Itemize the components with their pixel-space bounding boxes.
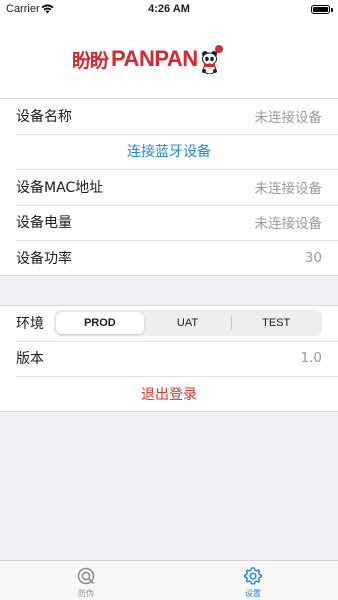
device-mac-label: 设备MAC地址: [16, 179, 104, 196]
version-label: 版本: [16, 351, 44, 368]
gear-icon: [244, 567, 262, 585]
connect-bluetooth-button[interactable]: 连接蓝牙设备: [127, 141, 211, 161]
env-option-uat[interactable]: UAT: [144, 312, 232, 334]
logo-text-en: PANPAN: [111, 46, 198, 71]
device-power-value: 30: [304, 249, 322, 266]
device-info-group: 设备名称 未连接设备 连接蓝牙设备 设备MAC地址 未连接设备 设备电量 未连接…: [0, 98, 338, 276]
tab-anti-counterfeit[interactable]: 防伪: [56, 566, 116, 599]
version-value: 1.0: [300, 350, 322, 367]
battery-icon: [311, 5, 333, 14]
clock: 4:26 AM: [148, 3, 190, 15]
tab-settings[interactable]: 设置: [223, 566, 283, 599]
device-battery-value: 未连接设备: [254, 216, 323, 233]
device-name-label: 设备名称: [16, 108, 72, 125]
settings-group: 环境 PROD UAT TEST 版本 1.0 退出登录: [0, 305, 338, 412]
device-power-row: 设备功率 30: [0, 240, 338, 276]
device-power-label: 设备功率: [16, 250, 72, 267]
device-battery-label: 设备电量: [16, 215, 72, 232]
brand-logo: 盼盼 PANPAN: [72, 42, 224, 76]
env-option-test[interactable]: TEST: [232, 312, 320, 334]
logout-button[interactable]: 退出登录: [141, 384, 197, 404]
logout-row[interactable]: 退出登录: [0, 376, 338, 412]
device-mac-row: 设备MAC地址 未连接设备: [0, 169, 338, 205]
tab-settings-label: 设置: [245, 589, 261, 598]
panda-mascot-icon: [201, 45, 223, 74]
device-name-value: 未连接设备: [254, 109, 323, 126]
device-battery-row: 设备电量 未连接设备: [0, 204, 338, 241]
version-row: 版本 1.0: [0, 340, 338, 377]
status-bar: Carrier 4:26 AM: [0, 0, 338, 20]
logo-text-cn: 盼盼: [72, 49, 109, 72]
device-name-row: 设备名称 未连接设备: [0, 98, 338, 134]
env-option-prod[interactable]: PROD: [56, 311, 144, 334]
environment-row: 环境 PROD UAT TEST: [0, 305, 338, 341]
tab-bar: 防伪 设置: [0, 560, 338, 600]
device-mac-value: 未连接设备: [254, 180, 323, 197]
environment-label: 环境: [16, 315, 44, 332]
tab-anti-counterfeit-label: 防伪: [78, 589, 94, 598]
app-header: 盼盼 PANPAN: [0, 20, 338, 98]
scan-icon: [77, 567, 95, 585]
connect-bluetooth-row[interactable]: 连接蓝牙设备: [0, 133, 338, 170]
environment-segmented-control[interactable]: PROD UAT TEST: [54, 309, 322, 336]
